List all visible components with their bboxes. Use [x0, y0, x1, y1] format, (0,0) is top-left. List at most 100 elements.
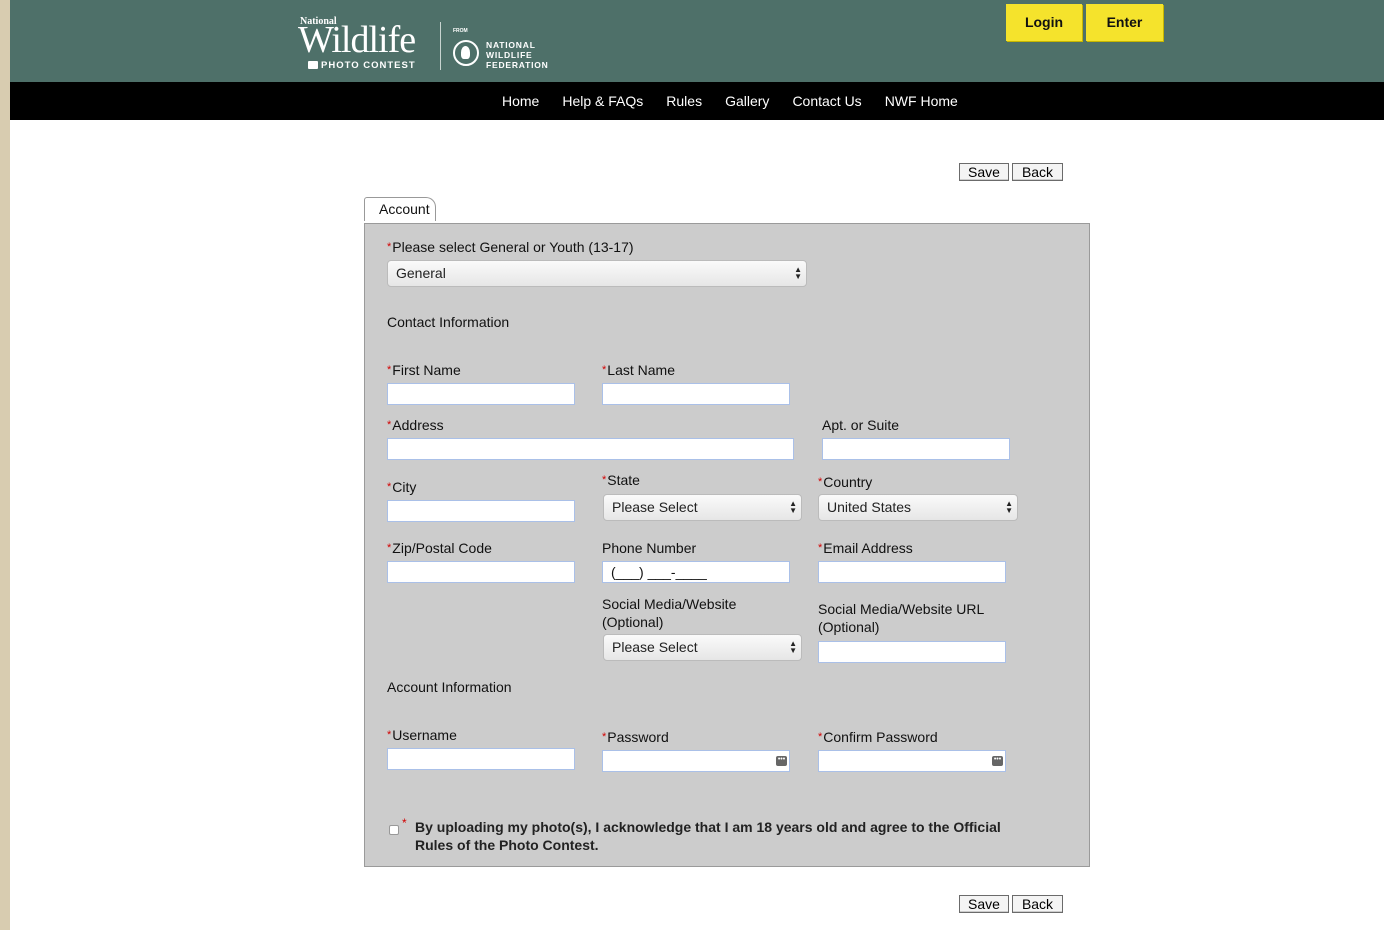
last-name-input[interactable] [602, 383, 790, 405]
zip-input[interactable] [387, 561, 575, 583]
social-media-label-line2: (Optional) [602, 614, 664, 630]
save-button-bottom[interactable]: Save [959, 895, 1009, 913]
category-label-text: Please select General or Youth (13-17) [392, 239, 634, 255]
state-label: *State [602, 472, 640, 488]
state-label-text: State [607, 472, 640, 488]
apt-suite-label: Apt. or Suite [822, 417, 900, 433]
social-url-label-line1: Social Media/Website URL [818, 601, 985, 617]
main-nav: Home Help & FAQs Rules Gallery Contact U… [10, 82, 1384, 120]
social-url-input[interactable] [818, 641, 1006, 663]
country-label-text: Country [823, 474, 873, 490]
social-media-select[interactable]: Please Select ▲ ▼ [603, 634, 802, 661]
address-label: *Address [387, 417, 444, 433]
username-label: *Username [387, 727, 457, 743]
phone-input[interactable]: (___) ___-____ [602, 561, 790, 583]
select-arrows-icon: ▲ ▼ [789, 639, 797, 655]
city-input[interactable] [387, 500, 575, 522]
required-marker: * [602, 364, 607, 376]
tab-account[interactable]: Account [364, 197, 436, 221]
password-input[interactable]: ••• [602, 750, 790, 772]
username-label-text: Username [392, 727, 457, 743]
account-information-heading: Account Information [387, 679, 512, 695]
last-name-label: *Last Name [602, 362, 675, 378]
logo-photo-contest: PHOTO CONTEST [308, 60, 416, 71]
nav-item-rules[interactable]: Rules [666, 82, 702, 120]
save-button-top[interactable]: Save [959, 163, 1009, 181]
enter-button[interactable]: Enter [1086, 4, 1163, 41]
contact-information-heading: Contact Information [387, 314, 510, 330]
country-select-value: United States [827, 499, 912, 515]
required-marker: * [387, 729, 392, 741]
page-edge [0, 0, 10, 930]
select-arrows-icon: ▲ ▼ [794, 265, 802, 281]
first-name-label: *First Name [387, 362, 461, 378]
first-name-label-text: First Name [392, 362, 461, 378]
required-marker: * [387, 241, 392, 253]
required-marker: * [818, 542, 823, 554]
zip-label: *Zip/Postal Code [387, 540, 492, 556]
back-button-top[interactable]: Back [1012, 163, 1063, 181]
nav-item-nwf-home[interactable]: NWF Home [885, 82, 958, 120]
nav-item-gallery[interactable]: Gallery [725, 82, 769, 120]
password-label-text: Password [607, 729, 669, 745]
social-media-select-value: Please Select [612, 639, 698, 655]
confirm-password-input[interactable]: ••• [818, 750, 1006, 772]
required-marker: * [387, 481, 392, 493]
social-url-label: Social Media/Website URL (Optional) [818, 600, 984, 636]
confirm-password-label: *Confirm Password [818, 729, 938, 745]
category-label: *Please select General or Youth (13-17) [387, 239, 634, 255]
social-media-label: Social Media/Website (Optional) [602, 595, 736, 631]
logo-divider [440, 22, 441, 70]
site-header: National Wildlife PHOTO CONTEST FROM NAT… [10, 0, 1384, 82]
password-key-icon[interactable]: ••• [992, 756, 1003, 766]
password-label: *Password [602, 729, 669, 745]
social-media-label-line1: Social Media/Website [602, 596, 737, 612]
required-marker: * [387, 364, 392, 376]
state-select[interactable]: Please Select ▲ ▼ [603, 494, 802, 521]
city-label-text: City [392, 479, 417, 495]
acknowledge-checkbox[interactable] [389, 825, 399, 835]
required-marker: * [387, 542, 392, 554]
select-arrows-icon: ▲ ▼ [1005, 499, 1013, 515]
required-marker: * [818, 476, 823, 488]
acknowledge-text: By uploading my photo(s), I acknowledge … [415, 819, 1001, 853]
select-arrows-icon: ▲ ▼ [789, 499, 797, 515]
logo-federation-text: NATIONAL WILDLIFE FEDERATION [486, 40, 549, 70]
nav-item-home[interactable]: Home [502, 82, 539, 120]
first-name-input[interactable] [387, 383, 575, 405]
password-key-icon[interactable]: ••• [776, 756, 787, 766]
required-marker: * [818, 731, 823, 743]
city-label: *City [387, 479, 416, 495]
confirm-password-label-text: Confirm Password [823, 729, 938, 745]
state-select-value: Please Select [612, 499, 698, 515]
social-url-label-line2: (Optional) [818, 619, 880, 635]
phone-label: Phone Number [602, 540, 697, 556]
login-button[interactable]: Login [1006, 4, 1082, 41]
required-marker: * [387, 419, 392, 431]
last-name-label-text: Last Name [607, 362, 675, 378]
email-label-text: Email Address [823, 540, 913, 556]
email-label: *Email Address [818, 540, 913, 556]
nav-item-contact-us[interactable]: Contact Us [792, 82, 861, 120]
logo-from-text: FROM [453, 28, 468, 34]
email-input[interactable] [818, 561, 1006, 583]
zip-label-text: Zip/Postal Code [392, 540, 492, 556]
address-input[interactable] [387, 438, 794, 460]
nav-item-help-faqs[interactable]: Help & FAQs [562, 82, 643, 120]
logo-photo-contest-text: PHOTO CONTEST [321, 60, 416, 71]
country-select[interactable]: United States ▲ ▼ [818, 494, 1018, 521]
page: National Wildlife PHOTO CONTEST FROM NAT… [10, 0, 1384, 930]
category-select[interactable]: General ▲ ▼ [387, 260, 807, 287]
category-select-value: General [396, 265, 446, 281]
camera-icon [308, 61, 318, 69]
required-marker: * [602, 731, 607, 743]
back-button-bottom[interactable]: Back [1012, 895, 1063, 913]
wildlife-photo-contest-logo[interactable]: National Wildlife PHOTO CONTEST FROM NAT… [298, 14, 570, 74]
logo-wildlife-text: Wildlife [298, 19, 416, 61]
required-marker: * [602, 474, 607, 486]
required-marker: * [402, 816, 407, 830]
country-label: *Country [818, 474, 872, 490]
apt-suite-input[interactable] [822, 438, 1010, 460]
username-input[interactable] [387, 748, 575, 770]
nwf-emblem-icon [453, 40, 479, 66]
